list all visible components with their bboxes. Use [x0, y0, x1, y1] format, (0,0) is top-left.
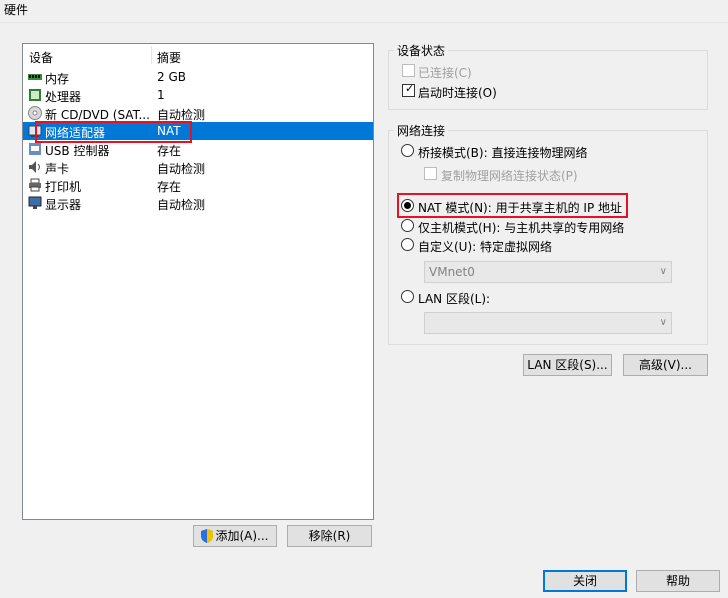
title-divider: [0, 22, 728, 23]
network-connection-title: 网络连接: [394, 122, 449, 139]
cd-dvd-icon: [28, 106, 42, 120]
printer-icon: [29, 178, 41, 192]
sound-card-icon: [29, 161, 40, 173]
device-list[interactable]: 设备 摘要 内存 2 GB 处理器 1 新 CD/DVD (SAT... 自动检…: [22, 43, 374, 520]
host-only-label: 仅主机模式(H): 与主机共享的专用网络: [418, 221, 625, 235]
device-status-title: 设备状态: [394, 42, 449, 59]
column-summary[interactable]: 摘要: [157, 49, 181, 66]
column-separator[interactable]: [151, 46, 152, 64]
chevron-down-icon: ∨: [659, 266, 667, 277]
replicate-label: 复制物理网络连接状态(P): [441, 169, 578, 183]
connected-label: 已连接(C): [418, 66, 472, 80]
device-row-printer[interactable]: 打印机 存在: [23, 176, 373, 194]
remove-button[interactable]: 移除(R): [287, 525, 372, 547]
advanced-button[interactable]: 高级(V)...: [623, 354, 708, 376]
lan-segment-select[interactable]: ∨: [424, 312, 672, 334]
lan-segment-label: LAN 区段(L):: [418, 292, 491, 306]
memory-icon: [28, 74, 42, 80]
lan-segment-radio[interactable]: [401, 290, 414, 303]
device-row-cd-dvd[interactable]: 新 CD/DVD (SAT... 自动检测: [23, 104, 373, 122]
bridged-label: 桥接模式(B): 直接连接物理网络: [418, 146, 588, 160]
usb-icon: [29, 143, 41, 155]
display-icon: [28, 196, 42, 209]
replicate-checkbox[interactable]: [424, 167, 437, 180]
connect-at-power-on-label: 启动时连接(O): [418, 86, 497, 100]
add-button[interactable]: 添加(A)...: [193, 525, 277, 547]
custom-label: 自定义(U): 特定虚拟网络: [418, 240, 553, 254]
chevron-down-icon: ∨: [659, 317, 667, 328]
device-row-memory[interactable]: 内存 2 GB: [23, 68, 373, 86]
radio-dot: [404, 202, 411, 209]
checkmark-icon: ✓: [405, 82, 415, 95]
bridged-radio[interactable]: [401, 144, 414, 157]
device-row-display[interactable]: 显示器 自动检测: [23, 194, 373, 212]
list-header: 设备 摘要: [23, 44, 373, 66]
close-button[interactable]: 关闭: [543, 570, 627, 592]
host-only-radio[interactable]: [401, 219, 414, 232]
custom-radio[interactable]: [401, 238, 414, 251]
highlight-box-network-adapter: [35, 121, 192, 143]
nat-radio[interactable]: [401, 199, 414, 212]
shield-icon: [201, 529, 213, 543]
help-button[interactable]: 帮助: [636, 570, 720, 592]
processor-icon: [29, 89, 41, 101]
custom-network-select[interactable]: VMnet0 ∨: [424, 261, 672, 283]
window-title: 硬件: [4, 3, 29, 17]
nat-label: NAT 模式(N): 用于共享主机的 IP 地址: [418, 201, 623, 215]
connected-checkbox[interactable]: [402, 64, 415, 77]
lan-segments-button[interactable]: LAN 区段(S)...: [523, 354, 612, 376]
column-device[interactable]: 设备: [29, 49, 53, 66]
device-row-sound-card[interactable]: 声卡 自动检测: [23, 158, 373, 176]
connect-at-power-on-checkbox[interactable]: ✓: [402, 82, 415, 97]
device-row-processor[interactable]: 处理器 1: [23, 86, 373, 104]
